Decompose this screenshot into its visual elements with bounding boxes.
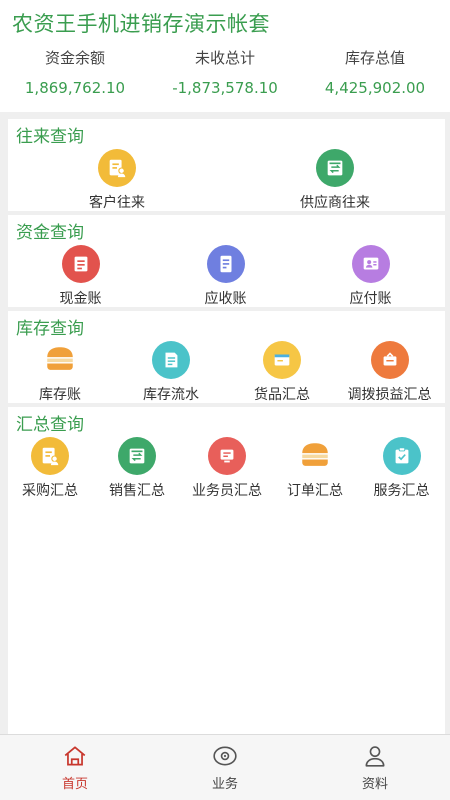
summary-header: 农资王手机进销存演示帐套 资金余额 1,869,762.10 未收总计 -1,8… [0, 0, 450, 112]
section-funds: 资金查询 现金账 应收账 应付账 [8, 215, 445, 307]
service-summary-button[interactable]: 服务汇总 [358, 437, 445, 500]
item-label: 现金账 [59, 291, 102, 307]
tab-label: 资料 [361, 777, 388, 792]
sales-summary-icon [118, 437, 156, 475]
sales-summary-button[interactable]: 销售汇总 [92, 437, 182, 500]
order-summary-icon [296, 437, 334, 475]
stat-label: 未收总计 [194, 49, 255, 67]
section-title: 资金查询 [16, 223, 84, 243]
order-summary-button[interactable]: 订单汇总 [272, 437, 358, 500]
stat-uncollected-total[interactable]: 未收总计 -1,873,578.10 [150, 46, 300, 98]
section-title: 往来查询 [16, 127, 84, 147]
stat-value: 1,869,762.10 [24, 79, 126, 97]
item-label: 销售汇总 [109, 483, 165, 499]
item-label: 业务员汇总 [192, 483, 262, 499]
bottom-tabbar: 首页 业务 资料 [0, 734, 450, 800]
receivable-button[interactable]: 应收账 [153, 245, 298, 308]
item-label: 供应商往来 [300, 195, 370, 211]
stat-value: 4,425,902.00 [324, 79, 426, 97]
item-label: 货品汇总 [254, 387, 310, 403]
stock-ledger-icon [41, 341, 79, 379]
transfer-summary-icon [370, 341, 409, 379]
section-title: 库存查询 [16, 319, 84, 339]
supplier-dealings-button[interactable]: 供应商往来 [226, 149, 444, 212]
section-dealings: 往来查询 客户往来 供应商往来 [8, 119, 445, 211]
stat-inventory-value[interactable]: 库存总值 4,425,902.00 [300, 46, 450, 98]
stock-ledger-button[interactable]: 库存账 [8, 341, 112, 404]
tab-business[interactable]: 业务 [150, 735, 300, 800]
section-summary: 汇总查询 采购汇总 销售汇总 业务员汇总 订单汇总 服务汇总 [8, 407, 445, 737]
stat-value: -1,873,578.10 [172, 79, 278, 97]
stat-label: 库存总值 [344, 49, 405, 67]
home-icon [64, 746, 86, 766]
stats-row: 资金余额 1,869,762.10 未收总计 -1,873,578.10 库存总… [0, 46, 450, 98]
purchase-summary-button[interactable]: 采购汇总 [8, 437, 92, 500]
item-label: 库存流水 [143, 387, 199, 403]
customer-dealings-button[interactable]: 客户往来 [8, 149, 226, 212]
goods-summary-button[interactable]: 货品汇总 [230, 341, 334, 404]
customer-doc-icon [98, 149, 136, 187]
item-label: 订单汇总 [287, 483, 343, 499]
item-label: 库存账 [39, 387, 81, 403]
stat-label: 资金余额 [44, 49, 105, 67]
item-label: 客户往来 [89, 195, 145, 211]
payable-button[interactable]: 应付账 [298, 245, 443, 308]
item-label: 采购汇总 [22, 483, 78, 499]
payable-icon [351, 245, 390, 283]
item-label: 调拨损益汇总 [347, 387, 432, 403]
section-title: 汇总查询 [16, 415, 84, 435]
eye-icon [213, 746, 237, 766]
user-icon [365, 746, 385, 767]
item-label: 应收账 [204, 291, 247, 307]
cash-ledger-button[interactable]: 现金账 [8, 245, 153, 308]
tab-home[interactable]: 首页 [0, 735, 150, 800]
service-summary-icon [382, 437, 421, 475]
stat-fund-balance[interactable]: 资金余额 1,869,762.10 [0, 46, 150, 98]
supplier-doc-icon [316, 149, 354, 187]
stock-flow-button[interactable]: 库存流水 [112, 341, 230, 404]
purchase-summary-icon [31, 437, 69, 475]
item-label: 服务汇总 [373, 483, 430, 499]
stock-flow-icon [152, 341, 190, 379]
tab-profile-data[interactable]: 资料 [300, 735, 450, 800]
cash-ledger-icon [61, 245, 100, 283]
receivable-icon [206, 245, 245, 283]
section-inventory: 库存查询 库存账 库存流水 货品汇总 调拨损益汇总 [8, 311, 445, 403]
tab-label: 首页 [61, 777, 88, 792]
salesman-summary-button[interactable]: 业务员汇总 [182, 437, 272, 500]
tab-label: 业务 [211, 777, 238, 792]
salesman-summary-icon [208, 437, 246, 475]
transfer-summary-button[interactable]: 调拨损益汇总 [334, 341, 445, 404]
page-title: 农资王手机进销存演示帐套 [12, 12, 270, 36]
item-label: 应付账 [349, 291, 392, 307]
goods-summary-icon [263, 341, 301, 379]
